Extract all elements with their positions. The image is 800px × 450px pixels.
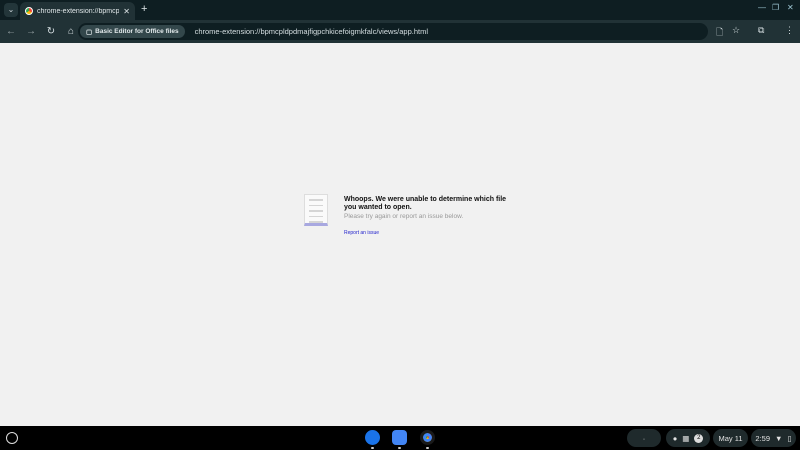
shelf: · ● ▦ 2 May 11 2:59 ▼ ▯ bbox=[0, 426, 800, 450]
battery-icon: ▯ bbox=[787, 433, 792, 443]
stylus-toggle[interactable]: · bbox=[627, 429, 661, 447]
bookmark-star-icon[interactable]: ☆ bbox=[732, 25, 740, 36]
close-window-button[interactable]: ✕ bbox=[787, 3, 794, 12]
extensions-icon[interactable]: ⧉ bbox=[758, 25, 764, 36]
pen-icon: · bbox=[642, 433, 646, 443]
system-tray[interactable]: 2:59 ▼ ▯ bbox=[751, 429, 796, 447]
document-icon bbox=[304, 194, 328, 226]
tab-search-button[interactable]: ⌄ bbox=[4, 3, 18, 17]
status-icons[interactable]: ● ▦ 2 bbox=[666, 429, 710, 447]
back-button[interactable]: ← bbox=[2, 26, 20, 37]
date-button[interactable]: May 11 bbox=[713, 429, 748, 447]
clipboard-icon: ▦ bbox=[682, 433, 690, 443]
clock: 2:59 bbox=[755, 433, 771, 443]
chrome-app-icon[interactable] bbox=[420, 430, 435, 445]
page-info-icon[interactable]: 🗋 bbox=[716, 25, 723, 41]
running-indicator bbox=[426, 447, 429, 449]
tab-active[interactable]: chrome-extension://bpmcpldpd ✕ bbox=[20, 2, 135, 20]
tab-title: chrome-extension://bpmcpldpd bbox=[37, 7, 120, 15]
error-message: Whoops. We were unable to determine whic… bbox=[344, 196, 514, 236]
puzzle-icon: ▢ bbox=[86, 28, 93, 36]
files-app-icon[interactable] bbox=[365, 430, 380, 445]
forward-button[interactable]: → bbox=[22, 26, 40, 37]
toolbar: ← → ↻ ⌂ ▢ Basic Editor for Office files c… bbox=[0, 20, 800, 43]
minimize-button[interactable]: — bbox=[758, 3, 766, 12]
menu-icon[interactable]: ⋮ bbox=[785, 25, 794, 36]
docs-app-icon[interactable] bbox=[392, 430, 407, 445]
address-bar[interactable]: ▢ Basic Editor for Office files chrome-ex… bbox=[78, 23, 708, 40]
notification-count: 2 bbox=[694, 433, 704, 443]
drop-icon: ● bbox=[672, 433, 678, 443]
error-subtitle: Please try again or report an issue belo… bbox=[344, 213, 464, 220]
new-tab-button[interactable]: + bbox=[141, 3, 147, 15]
launcher-button[interactable] bbox=[6, 432, 18, 444]
running-indicator bbox=[398, 447, 401, 449]
url-text[interactable]: chrome-extension://bpmcpldpdmajfigpchkic… bbox=[195, 27, 428, 36]
wifi-icon: ▼ bbox=[775, 433, 783, 443]
report-issue-link[interactable]: Report an issue bbox=[344, 230, 514, 236]
restore-button[interactable]: ❐ bbox=[772, 3, 779, 12]
running-indicator bbox=[371, 447, 374, 449]
error-title: Whoops. We were unable to determine whic… bbox=[344, 196, 507, 211]
tab-strip: ⌄ chrome-extension://bpmcpldpd ✕ + — ❐ ✕ bbox=[0, 0, 800, 20]
reload-button[interactable]: ↻ bbox=[42, 26, 60, 37]
favicon-icon bbox=[25, 7, 33, 15]
tab-close-icon[interactable]: ✕ bbox=[123, 7, 130, 16]
extension-chip[interactable]: ▢ Basic Editor for Office files bbox=[80, 25, 185, 38]
extension-chip-label: Basic Editor for Office files bbox=[95, 28, 179, 35]
